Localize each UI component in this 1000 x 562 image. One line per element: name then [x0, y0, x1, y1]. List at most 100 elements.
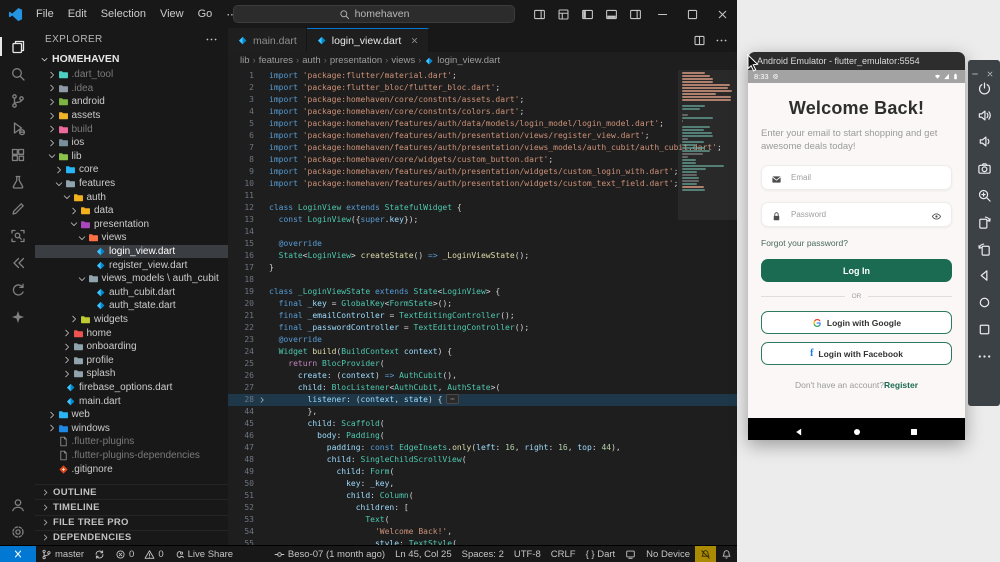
code-line-13[interactable]: 13 const LoginView({super.key});	[228, 214, 737, 226]
tree-item-.idea[interactable]: .idea	[35, 82, 228, 96]
emulator-more-icon[interactable]	[976, 348, 992, 364]
command-center-search[interactable]: homehaven	[233, 5, 515, 23]
workspace-root[interactable]: HOMEHAVEN	[35, 50, 228, 68]
code-line-28[interactable]: 28 listener: (context, state) {⋯	[228, 394, 737, 406]
code-line-19[interactable]: 19class _LoginViewState extends State<Lo…	[228, 286, 737, 298]
tree-item-auth_cubit.dart[interactable]: auth_cubit.dart	[35, 286, 228, 300]
section-outline[interactable]: OUTLINE	[35, 484, 228, 499]
emulator-volume-down-icon[interactable]	[976, 134, 992, 150]
status-no-device[interactable]: No Device	[641, 546, 695, 562]
code-line-27[interactable]: 27 child: BlocListener<AuthCubit, AuthSt…	[228, 382, 737, 394]
remote-indicator[interactable]	[0, 546, 36, 562]
status-0[interactable]: 0	[110, 546, 139, 562]
menu-edit[interactable]: Edit	[61, 5, 94, 24]
status-server[interactable]	[620, 546, 641, 562]
menu-file[interactable]: File	[29, 5, 61, 24]
breadcrumb-item[interactable]: views	[391, 55, 415, 66]
tree-item-.gitignore[interactable]: .gitignore	[35, 462, 228, 476]
emulator-camera-icon[interactable]	[976, 161, 992, 177]
emulator-rotate-left-icon[interactable]	[976, 214, 992, 230]
activity-ext-icon[interactable]	[0, 141, 35, 168]
activity-gear-icon[interactable]	[0, 518, 35, 545]
code-line-2[interactable]: 2import 'package:flutter_bloc/flutter_bl…	[228, 82, 737, 94]
breadcrumb-item[interactable]: presentation	[330, 55, 382, 66]
tree-item-main.dart[interactable]: main.dart	[35, 394, 228, 408]
tree-item-build[interactable]: build	[35, 122, 228, 136]
code-line-52[interactable]: 52 children: [	[228, 502, 737, 514]
facebook-login-button[interactable]: f Login with Facebook	[761, 342, 952, 365]
code-line-51[interactable]: 51 child: Column(	[228, 490, 737, 502]
toggle-sidebar-icon[interactable]	[575, 0, 599, 28]
nav-overview-icon[interactable]	[909, 424, 919, 434]
tree-item-home[interactable]: home	[35, 326, 228, 340]
activity-chevrons-icon[interactable]	[0, 249, 35, 276]
status-master[interactable]: master	[36, 546, 89, 562]
folded-code-pill[interactable]: ⋯	[446, 394, 458, 404]
tree-item-profile[interactable]: profile	[35, 353, 228, 367]
breadcrumb-item[interactable]: login_view.dart	[437, 55, 500, 66]
code-line-17[interactable]: 17}	[228, 262, 737, 274]
tree-item-.flutter-plugins[interactable]: .flutter-plugins	[35, 435, 228, 449]
code-line-54[interactable]: 54 'Welcome Back!',	[228, 526, 737, 538]
code-line-22[interactable]: 22 final _passwordController = TextEditi…	[228, 322, 737, 334]
tree-item-auth_state.dart[interactable]: auth_state.dart	[35, 299, 228, 313]
emulator-rotate-right-icon[interactable]	[976, 241, 992, 257]
menu-go[interactable]: Go	[191, 5, 220, 24]
tree-item-presentation[interactable]: presentation	[35, 218, 228, 232]
code-line-1[interactable]: 1import 'package:flutter/material.dart';	[228, 70, 737, 82]
code-line-24[interactable]: 24 Widget build(BuildContext context) {	[228, 346, 737, 358]
code-line-45[interactable]: 45 child: Scaffold(	[228, 418, 737, 430]
code-line-44[interactable]: 44 },	[228, 406, 737, 418]
section-file-tree-pro[interactable]: FILE TREE PRO	[35, 515, 228, 530]
activity-account-icon[interactable]	[0, 491, 35, 518]
code-line-21[interactable]: 21 final _emailController = TextEditingC…	[228, 310, 737, 322]
close-tab-icon[interactable]	[410, 36, 419, 45]
tab-login_view.dart[interactable]: login_view.dart	[307, 28, 429, 52]
code-line-18[interactable]: 18	[228, 274, 737, 286]
tree-item-auth[interactable]: auth	[35, 190, 228, 204]
email-field[interactable]: Email	[761, 165, 952, 190]
code-line-15[interactable]: 15 @override	[228, 238, 737, 250]
status-beso-07-1-month-ago[interactable]: Beso-07 (1 month ago)	[269, 546, 390, 562]
status-dart[interactable]: { } Dart	[581, 546, 621, 562]
emulator-volume-up-icon[interactable]	[976, 107, 992, 123]
minimap[interactable]	[682, 72, 734, 192]
code-line-10[interactable]: 10import 'package:homehaven/features/aut…	[228, 178, 737, 190]
code-editor[interactable]: 1import 'package:flutter/material.dart';…	[228, 69, 737, 545]
fold-chevron-icon[interactable]	[254, 396, 269, 404]
code-line-6[interactable]: 6import 'package:homehaven/features/auth…	[228, 130, 737, 142]
code-line-16[interactable]: 16 State<LoginView> createState() => _Lo…	[228, 250, 737, 262]
tree-item-core[interactable]: core	[35, 163, 228, 177]
maximize-button[interactable]	[677, 0, 707, 28]
tree-item-login_view.dart[interactable]: login_view.dart	[35, 245, 228, 259]
tree-item-widgets[interactable]: widgets	[35, 313, 228, 327]
activity-pencil-icon[interactable]	[0, 195, 35, 222]
password-field[interactable]: Password	[761, 202, 952, 227]
tree-item-register_view.dart[interactable]: register_view.dart	[35, 258, 228, 272]
toggle-panel-icon[interactable]	[599, 0, 623, 28]
activity-debug-icon[interactable]	[0, 114, 35, 141]
eye-icon[interactable]	[931, 209, 942, 220]
editor-layout-icon[interactable]	[527, 0, 551, 28]
menu-selection[interactable]: Selection	[94, 5, 153, 24]
emulator-home-icon[interactable]	[976, 295, 992, 311]
minimize-button[interactable]	[647, 0, 677, 28]
breadcrumb[interactable]: lib›features›auth›presentation›views›log…	[228, 52, 737, 69]
activity-redo-icon[interactable]	[0, 276, 35, 303]
tree-item-views[interactable]: views	[35, 231, 228, 245]
activity-sparkle-icon[interactable]	[0, 303, 35, 330]
section-timeline[interactable]: TIMELINE	[35, 499, 228, 514]
code-line-9[interactable]: 9import 'package:homehaven/features/auth…	[228, 166, 737, 178]
status-bellslash[interactable]	[695, 546, 716, 562]
tree-item-firebase_options.dart[interactable]: firebase_options.dart	[35, 381, 228, 395]
emulator-power-icon[interactable]	[976, 80, 992, 96]
code-line-48[interactable]: 48 child: SingleChildScrollView(	[228, 454, 737, 466]
emulator-minimize-icon[interactable]	[971, 65, 979, 73]
activity-beaker-icon[interactable]	[0, 168, 35, 195]
nav-home-icon[interactable]	[852, 424, 862, 434]
code-line-25[interactable]: 25 return BlocProvider(	[228, 358, 737, 370]
split-editor-icon[interactable]	[693, 34, 706, 47]
code-line-23[interactable]: 23 @override	[228, 334, 737, 346]
tree-item-.dart_tool[interactable]: .dart_tool	[35, 68, 228, 82]
emulator-title-bar[interactable]: Android Emulator - flutter_emulator:5554	[748, 52, 965, 70]
